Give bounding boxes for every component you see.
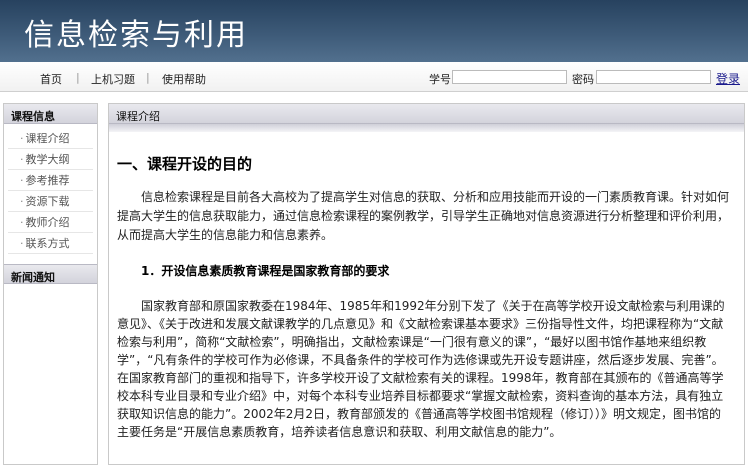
- paragraph-intro: 信息检索课程是目前各大高校为了提高学生对信息的获取、分析和应用技能而开设的一门素…: [117, 190, 730, 242]
- sidebar-item-references[interactable]: · 参考推荐: [8, 170, 93, 191]
- content-area: 一、课程开设的目的 信息检索课程是目前各大高校为了提高学生对信息的获取、分析和应…: [109, 132, 744, 441]
- sidebar-item-label: 参考推荐: [25, 174, 70, 187]
- bullet-icon: ·: [20, 174, 24, 187]
- login-link[interactable]: 登录: [716, 70, 740, 87]
- password-input[interactable]: [596, 70, 711, 84]
- bullet-icon: ·: [20, 237, 24, 250]
- nav-separator: |: [76, 71, 80, 84]
- sidebar: 课程信息 · 课程介绍 · 教学大纲 · 参考推荐 · 资源下载 · 教师介绍 · 联系方式…: [3, 103, 98, 465]
- nav-help-link[interactable]: 使用帮助: [162, 71, 206, 87]
- section-title: 课程介绍: [109, 104, 744, 124]
- sidebar-item-label: 教学大纲: [25, 153, 70, 166]
- site-title: 信息检索与利用: [24, 18, 248, 53]
- sidebar-item-syllabus[interactable]: · 教学大纲: [8, 149, 93, 170]
- sidebar-item-label: 课程介绍: [25, 132, 70, 145]
- news-header: 新闻通知: [4, 264, 97, 284]
- nav-separator: |: [146, 71, 150, 84]
- news-list: [4, 284, 97, 436]
- sidebar-item-label: 联系方式: [25, 237, 70, 250]
- sidebar-item-label: 教师介绍: [25, 216, 70, 229]
- sidebar-item-teachers[interactable]: · 教师介绍: [8, 212, 93, 233]
- password-label: 密码: [572, 73, 594, 86]
- sidebar-item-course-intro[interactable]: · 课程介绍: [8, 128, 93, 149]
- nav-home-link[interactable]: 首页: [40, 71, 62, 87]
- course-info-header: 课程信息: [4, 104, 97, 124]
- heading-requirement: 1．开设信息素质教育课程是国家教育部的要求: [141, 264, 390, 278]
- student-id-input[interactable]: [452, 70, 567, 84]
- site-header: 信息检索与利用: [0, 0, 748, 62]
- bullet-icon: ·: [20, 132, 24, 145]
- sidebar-item-label: 资源下载: [25, 195, 70, 208]
- top-nav-bar: 首页 | 上机习题 | 使用帮助 学号 密码 登录: [0, 62, 748, 92]
- course-menu: · 课程介绍 · 教学大纲 · 参考推荐 · 资源下载 · 教师介绍 · 联系方式: [4, 124, 97, 258]
- bullet-icon: ·: [20, 153, 24, 166]
- main-panel: 课程介绍 一、课程开设的目的 信息检索课程是目前各大高校为了提高学生对信息的获取…: [108, 103, 745, 465]
- paragraph-history: 国家教育部和原国家教委在1984年、1985年和1992年分别下发了《关于在高等…: [117, 299, 725, 439]
- bullet-icon: ·: [20, 195, 24, 208]
- student-id-label: 学号: [429, 73, 451, 86]
- sidebar-item-contact[interactable]: · 联系方式: [8, 233, 93, 254]
- nav-exercises-link[interactable]: 上机习题: [91, 71, 135, 87]
- header-divider: [109, 124, 744, 132]
- sidebar-item-downloads[interactable]: · 资源下载: [8, 191, 93, 212]
- bullet-icon: ·: [20, 216, 24, 229]
- heading-purpose: 一、课程开设的目的: [117, 155, 253, 173]
